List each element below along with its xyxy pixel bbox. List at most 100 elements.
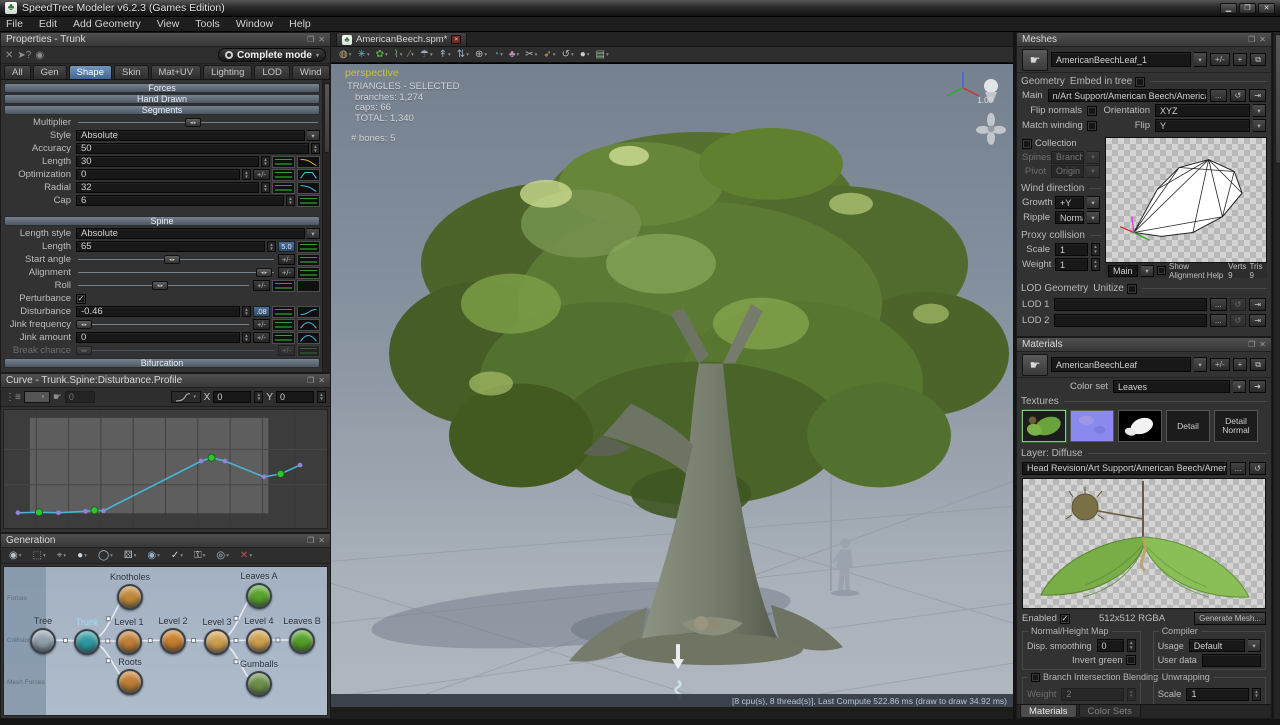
canopy-icon[interactable]: ☂▾ (418, 49, 435, 60)
tab-skin[interactable]: Skin (114, 65, 148, 79)
close-panel-icon[interactable]: ✕ (318, 35, 325, 44)
proxy-scale-input[interactable]: 1 (1055, 243, 1088, 256)
growth-icon[interactable]: ↟▾ (437, 49, 453, 60)
float-panel-icon[interactable]: ❐ (1248, 340, 1255, 349)
close-panel-icon[interactable]: ✕ (1259, 340, 1266, 349)
leaf-icon[interactable]: ✿▾ (374, 49, 390, 60)
chevron-down-icon[interactable]: ▾ (1253, 119, 1266, 132)
close-panel-icon[interactable]: ✕ (318, 536, 325, 545)
material-select[interactable]: AmericanBeechLeaf (1051, 357, 1191, 372)
gen-node-gumballs[interactable] (246, 671, 272, 697)
main-path-field[interactable]: n/Art Support/American Beech/AmericanBee… (1048, 89, 1207, 102)
gen-node-level2[interactable] (160, 628, 186, 654)
radial-profile-thumb[interactable] (272, 182, 295, 194)
refresh-icon[interactable]: ↺ (1230, 89, 1247, 102)
close-panel-icon[interactable]: ✕ (1259, 35, 1266, 44)
nodes-icon[interactable]: ✳▾ (356, 49, 372, 60)
start-angle-profile-thumb[interactable] (297, 254, 320, 266)
flip-normals-checkbox[interactable] (1087, 106, 1097, 116)
select-icon[interactable]: ◔▾ (491, 49, 505, 60)
start-angle-variance-button[interactable]: +/- (278, 254, 295, 265)
y-input[interactable]: 0 (276, 391, 314, 403)
multiplier-slider[interactable]: ◂▸ (76, 117, 320, 128)
chevron-down-icon[interactable]: ▾ (1233, 380, 1246, 393)
chevron-down-icon[interactable]: ▾ (1248, 639, 1261, 652)
delete-icon[interactable]: ✕ (5, 50, 13, 61)
length-curve-thumb[interactable] (297, 156, 320, 168)
cap-input[interactable]: 6 (76, 195, 284, 206)
plug-icon[interactable]: ⇥ (1249, 314, 1266, 327)
optimization-curve-thumb[interactable] (297, 169, 320, 181)
section-segments[interactable]: Segments (4, 105, 320, 115)
detail-texture-slot[interactable]: Detail (1166, 410, 1210, 442)
alignment-variance-button[interactable]: +/- (278, 267, 295, 278)
perturbance-checkbox[interactable]: ✓ (76, 294, 86, 304)
notes-icon[interactable]: ▤▾ (594, 49, 611, 60)
tab-lod[interactable]: LOD (254, 65, 290, 79)
roll-slider[interactable]: ◂▸ (76, 280, 251, 291)
preview-lod-select[interactable]: Main (1108, 265, 1138, 277)
unwrap-scale-input[interactable]: 1 (1186, 688, 1249, 701)
show-alignment-checkbox[interactable] (1157, 266, 1166, 275)
length-input[interactable]: 30 (76, 156, 259, 167)
curve-panel-header[interactable]: Curve - Trunk.Spine:Disturbance.Profile … (1, 374, 330, 388)
jink-frequency-slider[interactable]: ◂▸ (76, 319, 251, 330)
branch-icon[interactable]: ∕▾ (406, 49, 415, 60)
help-cursor-icon[interactable]: ➤? (17, 50, 31, 61)
disp-smoothing-stepper[interactable]: ▲▼ (1127, 639, 1136, 652)
disturbance-input[interactable]: -0.46 (76, 306, 240, 317)
rotate-icon[interactable]: ↺▾ (560, 49, 576, 60)
plug-icon[interactable]: ⇥ (1249, 89, 1266, 102)
alignment-profile-thumb[interactable] (297, 267, 320, 279)
growth-select[interactable]: +Y (1055, 196, 1084, 209)
selection-box-icon[interactable]: ⬚▾ (31, 550, 48, 561)
hand-icon[interactable]: ☛ (53, 392, 62, 403)
file-icon[interactable]: ◍▾ (337, 49, 354, 60)
eye-icon[interactable]: ◉▾ (145, 550, 162, 561)
focus-icon[interactable]: ◎▾ (214, 550, 231, 561)
curve-spin-input[interactable]: 0 (65, 391, 95, 403)
minimize-button[interactable]: ▁ (1220, 3, 1237, 14)
unwrap-scale-stepper[interactable]: ▲▼ (1252, 688, 1261, 701)
enabled-checkbox[interactable]: ✓ (1060, 614, 1070, 624)
spine-length-profile-thumb[interactable] (297, 241, 320, 253)
flip-select[interactable]: Y (1155, 119, 1250, 132)
float-panel-icon[interactable]: ❐ (1248, 35, 1255, 44)
viewport-3d[interactable]: perspective TRIANGLES - SELECTED branche… (331, 63, 1013, 707)
menu-item-view[interactable]: View (157, 18, 180, 30)
mesh-preview[interactable] (1105, 137, 1267, 263)
disturbance-stepper[interactable]: ▲▼ (242, 306, 251, 317)
properties-scrollbar[interactable] (322, 80, 330, 372)
embed-checkbox[interactable] (1135, 77, 1145, 87)
mushroom-icon[interactable]: ♣▾ (507, 49, 521, 60)
eye-icon[interactable]: ◉ (35, 50, 44, 61)
meshes-panel-header[interactable]: Meshes ❐ ✕ (1017, 33, 1271, 47)
detail-normal-texture-slot[interactable]: Detail Normal (1214, 410, 1258, 442)
gen-node-roots[interactable] (117, 669, 143, 695)
curve-editor-canvas[interactable] (3, 409, 328, 529)
zoom-node-icon[interactable]: ◉▾ (7, 550, 24, 561)
maximize-button[interactable]: ❒ (1239, 3, 1256, 14)
accuracy-stepper[interactable]: ▲▼ (311, 143, 320, 154)
break-chance-slider[interactable]: ◂▸ (76, 345, 276, 356)
optimization-profile-thumb[interactable] (272, 169, 295, 181)
jink-amount-curve-thumb[interactable] (297, 332, 320, 344)
tab-gen[interactable]: Gen (33, 65, 67, 79)
chevron-down-icon[interactable]: ▾ (1253, 104, 1266, 117)
break-chance-profile-thumb[interactable] (297, 345, 320, 357)
user-data-input[interactable] (1202, 654, 1261, 667)
tab-materials[interactable]: Materials (1020, 705, 1077, 718)
start-angle-slider[interactable]: ◂▸ (76, 254, 276, 265)
target-icon[interactable]: ⌖▾ (55, 550, 68, 561)
copy-mesh-icon[interactable]: ⧉ (1250, 53, 1266, 66)
radial-input[interactable]: 32 (76, 182, 259, 193)
browse-button[interactable]: ... (1210, 89, 1227, 102)
length-stepper[interactable]: ▲▼ (261, 156, 270, 167)
tab-all[interactable]: All (4, 65, 31, 79)
dice-icon[interactable]: ⚄▾ (122, 550, 138, 561)
complete-mode-button[interactable]: Complete mode ▾ (218, 48, 326, 62)
spine-icon[interactable]: ⇅▾ (455, 49, 471, 60)
disp-smoothing-input[interactable]: 0 (1097, 639, 1124, 652)
curve-options-icon[interactable]: ⋮≡ (5, 392, 21, 403)
hand-icon[interactable]: ☛ (1022, 49, 1048, 71)
